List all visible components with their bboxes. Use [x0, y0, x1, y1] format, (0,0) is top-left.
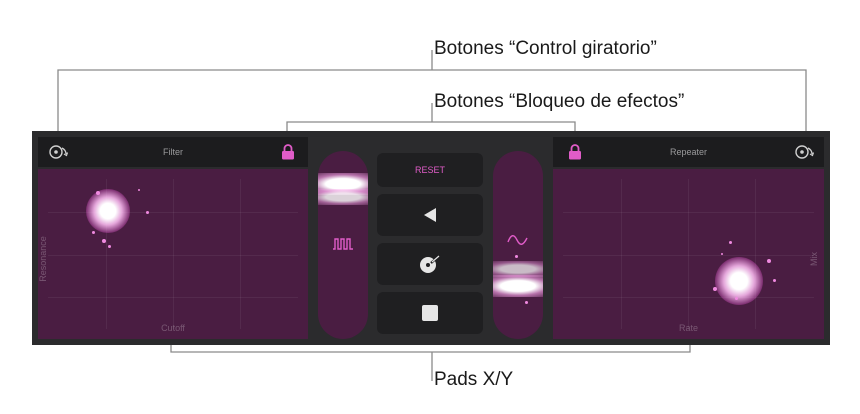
rotate-control-icon — [795, 145, 815, 159]
reset-label: RESET — [414, 165, 445, 175]
sine-wave-icon — [507, 235, 528, 245]
right-rotate-control-button[interactable] — [784, 137, 824, 167]
scratch-button[interactable] — [377, 243, 483, 285]
left-pad-x-axis-label: Cutoff — [161, 323, 185, 333]
effects-panel: Filter Repeater Cutoff Resonance Rate Mi… — [32, 131, 830, 345]
stop-icon — [422, 305, 438, 321]
callout-xy-pads: Pads X/Y — [434, 369, 514, 390]
callout-lock-buttons: Botones “Bloqueo de efectos” — [434, 91, 685, 112]
stop-button[interactable] — [377, 292, 483, 334]
scratch-icon — [420, 255, 440, 273]
slider-glow — [493, 275, 543, 297]
slider-glow — [318, 189, 368, 205]
lock-icon — [282, 144, 294, 160]
touch-glow — [715, 257, 763, 305]
touch-glow — [86, 189, 130, 233]
right-effect-slider[interactable] — [493, 151, 543, 339]
right-effect-bar: Repeater — [553, 137, 824, 167]
left-xy-pad[interactable]: Cutoff Resonance — [38, 169, 308, 339]
right-pad-x-axis-label: Rate — [678, 323, 698, 333]
left-pad-y-axis-label: Resonance — [38, 236, 48, 282]
reset-button[interactable]: RESET — [377, 153, 483, 187]
square-wave-icon — [333, 238, 353, 250]
right-xy-pad[interactable]: Rate Mix — [553, 169, 824, 339]
left-effect-slider[interactable] — [318, 151, 368, 339]
callout-rotate-buttons: Botones “Control giratorio” — [434, 38, 657, 59]
right-pad-y-axis-label: Mix — [809, 252, 819, 266]
play-reverse-icon — [424, 208, 436, 222]
left-lock-button[interactable] — [268, 137, 308, 167]
reverse-button[interactable] — [377, 194, 483, 236]
left-effect-bar: Filter — [38, 137, 308, 167]
